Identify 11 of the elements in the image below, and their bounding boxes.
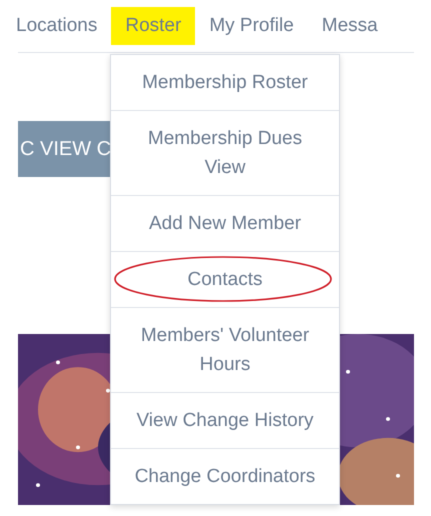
menu-item[interactable]: Add New Member: [111, 195, 339, 251]
menu-item[interactable]: Contacts: [111, 251, 339, 307]
menu-item[interactable]: Change Coordinators: [111, 448, 339, 504]
menu-item[interactable]: Membership Roster: [111, 55, 339, 110]
menu-item[interactable]: Membership Dues View: [111, 110, 339, 195]
nav-link[interactable]: My Profile: [195, 7, 308, 45]
nav-link[interactable]: Locations: [16, 7, 112, 45]
menu-item[interactable]: Members' Volunteer Hours: [111, 307, 339, 392]
nav-link[interactable]: Messa: [308, 7, 392, 45]
nav-link[interactable]: Roster: [111, 7, 196, 45]
menu-item[interactable]: View Change History: [111, 392, 339, 448]
